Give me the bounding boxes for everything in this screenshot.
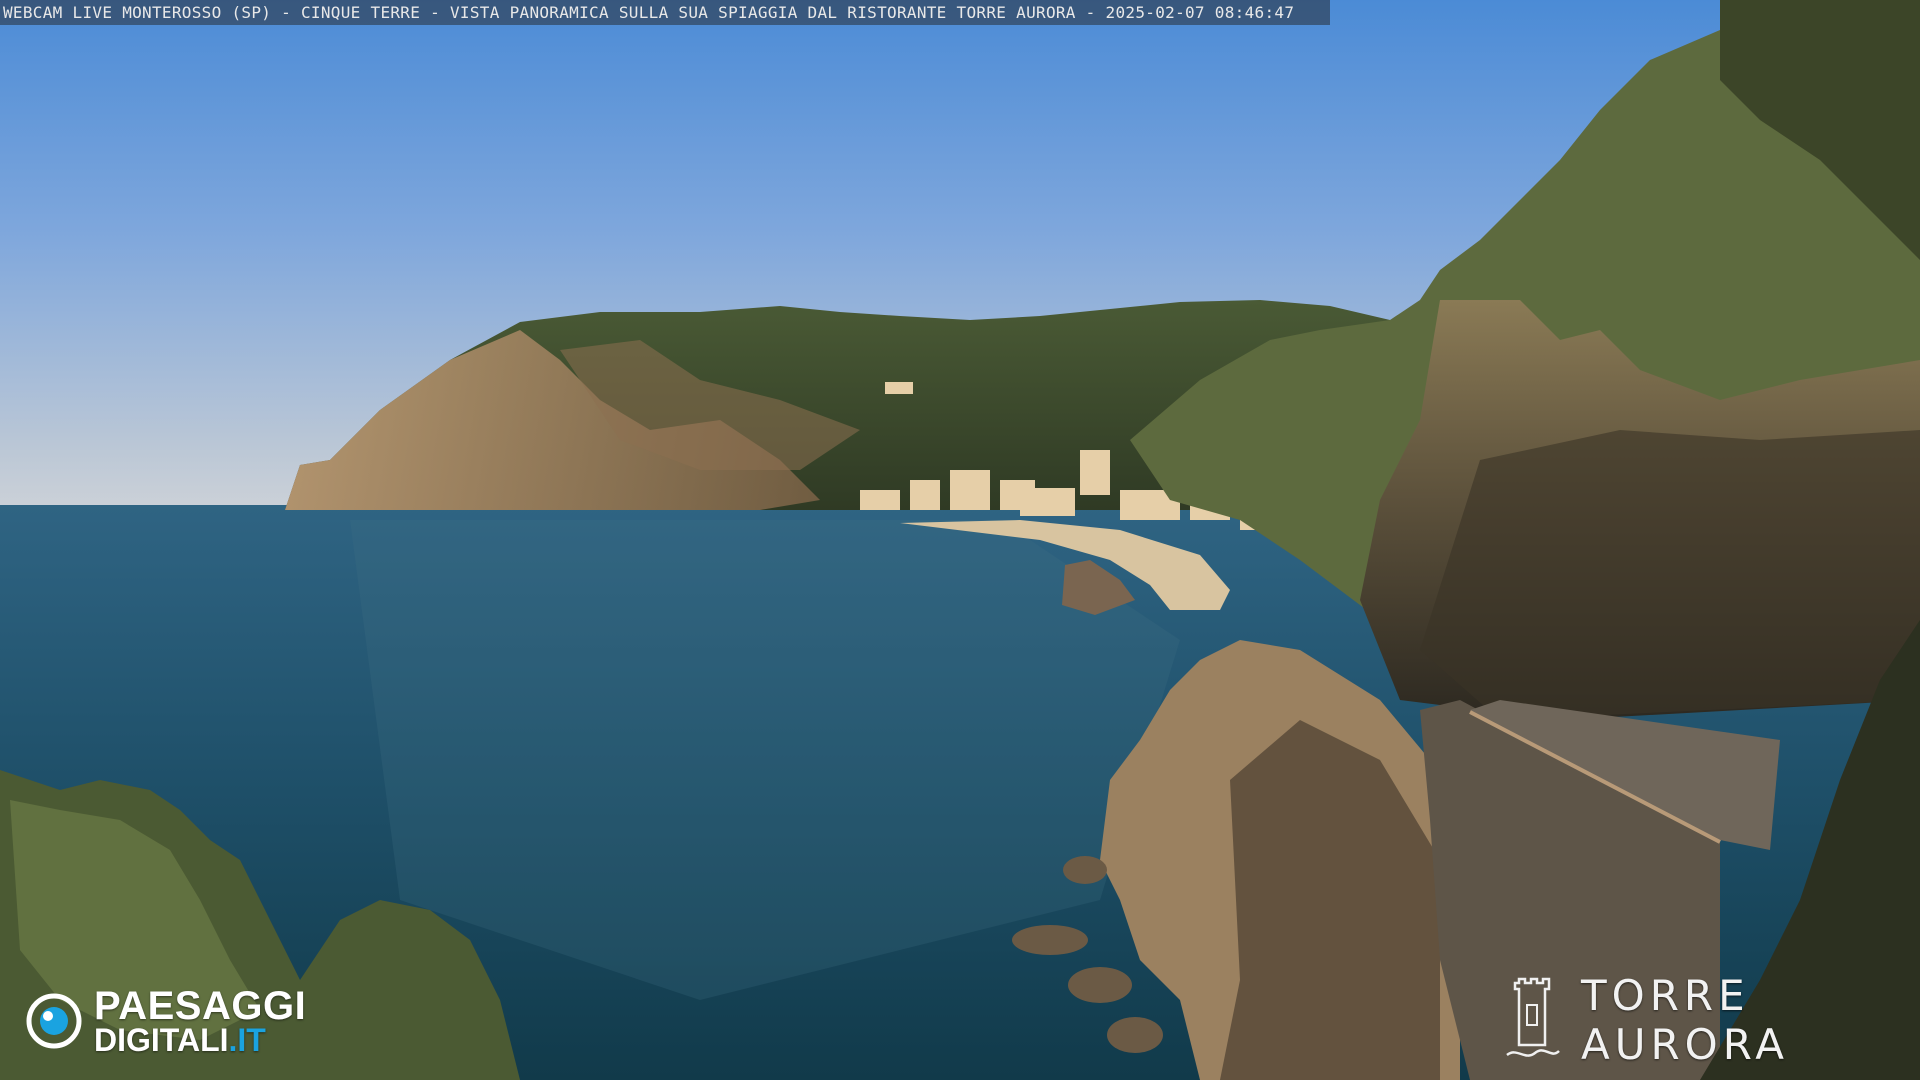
paesaggi-digitali-logo[interactable]: PAESAGGI DIGITALI.IT — [26, 985, 306, 1057]
torre-aurora-logo[interactable]: TORRE AURORA — [1505, 971, 1920, 1069]
webcam-caption: WEBCAM LIVE MONTEROSSO (SP) - CINQUE TER… — [0, 0, 1330, 25]
torre-aurora-text: TORRE AURORA — [1581, 971, 1789, 1069]
logo-line1: PAESAGGI — [94, 984, 307, 1028]
webcam-image — [0, 0, 1920, 1080]
tower-icon — [1505, 975, 1561, 1065]
logo-line2-blue: .IT — [228, 1022, 266, 1058]
logo-line2: DIGITALI.IT — [94, 1024, 306, 1056]
shadow-area — [1420, 430, 1920, 720]
eye-icon — [26, 993, 82, 1049]
logo-line2-white: DIGITALI — [94, 1022, 229, 1058]
